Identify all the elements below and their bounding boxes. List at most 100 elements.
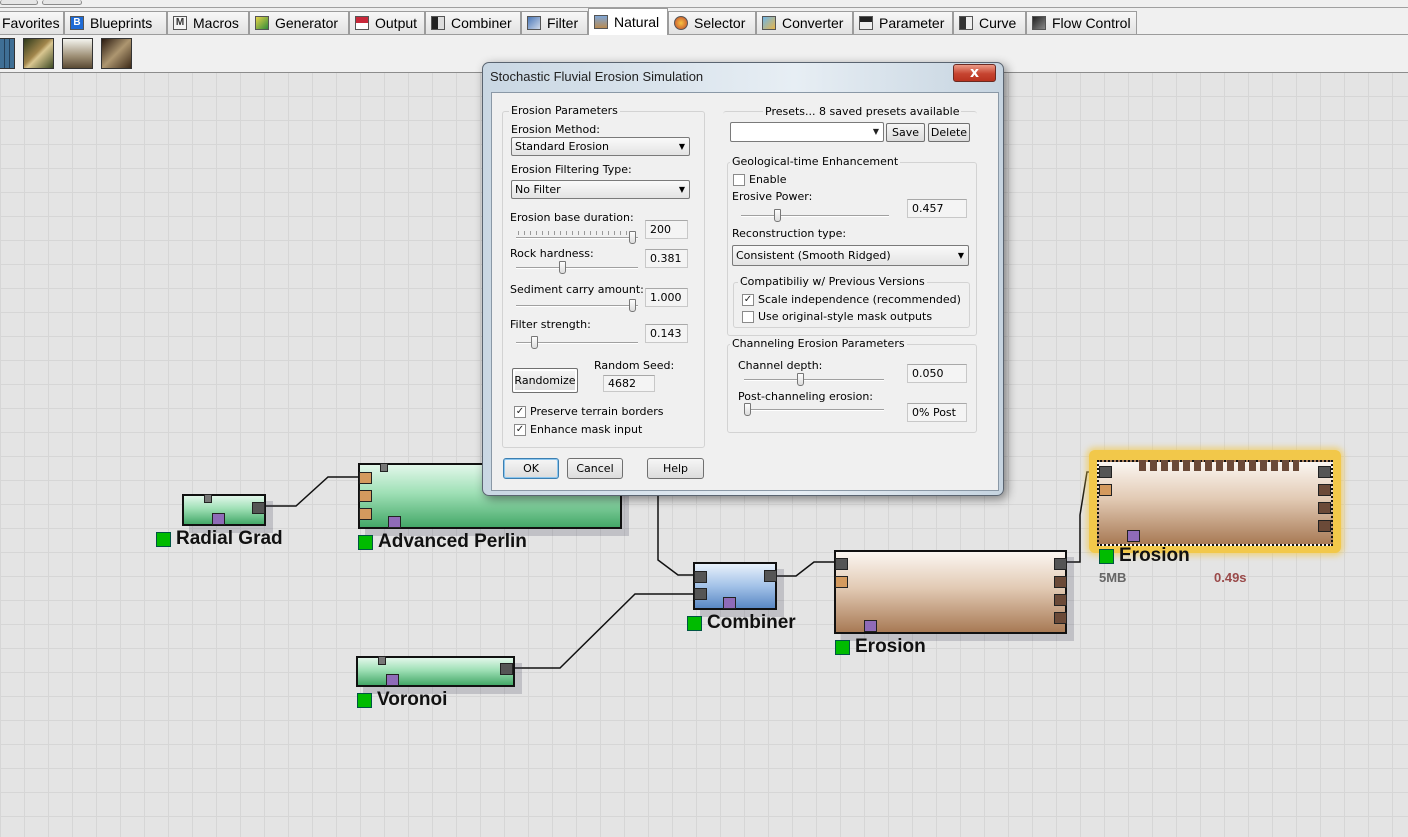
- chevron-down-icon: ▼: [872, 127, 879, 136]
- base-duration-value[interactable]: 200: [645, 220, 688, 239]
- channel-depth-value[interactable]: 0.050: [907, 364, 967, 383]
- filter-strength-value[interactable]: 0.143: [645, 324, 688, 343]
- erosive-power-slider-thumb[interactable]: [774, 209, 781, 222]
- input-port[interactable]: [694, 588, 707, 600]
- node-title: Erosion: [855, 636, 926, 657]
- mask-port[interactable]: [1127, 530, 1140, 542]
- output-port[interactable]: [252, 502, 265, 514]
- checkbox-box[interactable]: ✓: [514, 423, 526, 436]
- filter-strength-label: Filter strength:: [510, 318, 591, 331]
- node-title: Radial Grad: [176, 528, 283, 549]
- input-port[interactable]: [359, 508, 372, 520]
- ok-button[interactable]: OK: [503, 458, 559, 479]
- sediment-carry-slider-thumb[interactable]: [629, 299, 636, 312]
- radial-grad-node[interactable]: [182, 494, 266, 526]
- node-status-indicator: [358, 534, 373, 550]
- mask-port[interactable]: [386, 674, 399, 686]
- input-port[interactable]: [359, 490, 372, 502]
- voronoi-node-label: Voronoi: [357, 689, 447, 711]
- input-port[interactable]: [1099, 484, 1112, 496]
- group-title: Geological-time Enhancement: [730, 155, 901, 168]
- erosion-node-selected-label: Erosion: [1099, 545, 1190, 567]
- cancel-button[interactable]: Cancel: [567, 458, 623, 479]
- dialog-body: Erosion Parameters Erosion Method: Stand…: [491, 92, 999, 491]
- node-top-port[interactable]: [380, 463, 388, 472]
- reconstruction-type-label: Reconstruction type:: [732, 227, 847, 240]
- original-mask-checkbox[interactable]: Use original-style mask outputs: [742, 310, 932, 323]
- geo-enable-checkbox[interactable]: Enable: [733, 173, 786, 186]
- base-duration-slider-thumb[interactable]: [629, 231, 636, 244]
- mask-port[interactable]: [212, 513, 225, 525]
- combiner-node[interactable]: [693, 562, 777, 610]
- rock-hardness-value[interactable]: 0.381: [645, 249, 688, 268]
- post-channeling-slider-thumb[interactable]: [744, 403, 751, 416]
- output-port[interactable]: [1318, 520, 1331, 532]
- output-port[interactable]: [1054, 594, 1067, 606]
- rock-hardness-slider-thumb[interactable]: [559, 261, 566, 274]
- checkbox-box[interactable]: [742, 310, 754, 323]
- group-title: Channeling Erosion Parameters: [730, 337, 907, 350]
- randomize-button[interactable]: Randomize: [512, 368, 578, 393]
- checkbox-box[interactable]: ✓: [742, 293, 754, 306]
- input-port[interactable]: [359, 472, 372, 484]
- help-button[interactable]: Help: [647, 458, 704, 479]
- erosion-method-label: Erosion Method:: [511, 123, 600, 136]
- base-duration-slider-track[interactable]: [516, 237, 638, 239]
- node-top-port[interactable]: [378, 656, 386, 665]
- output-port[interactable]: [1054, 558, 1067, 570]
- chevron-down-icon: ▼: [957, 251, 964, 260]
- rock-hardness-slider-track[interactable]: [516, 267, 638, 269]
- node-title: Erosion: [1119, 545, 1190, 566]
- node-status-indicator: [156, 531, 171, 547]
- save-preset-button[interactable]: Save: [886, 123, 925, 142]
- output-port[interactable]: [1054, 612, 1067, 624]
- parameter-ports-strip[interactable]: [1139, 460, 1299, 471]
- post-channeling-slider-track[interactable]: [744, 409, 884, 411]
- channel-depth-slider-thumb[interactable]: [797, 373, 804, 386]
- mask-port[interactable]: [723, 597, 736, 609]
- filter-strength-slider-thumb[interactable]: [531, 336, 538, 349]
- scale-independence-checkbox[interactable]: ✓ Scale independence (recommended): [742, 293, 961, 306]
- erosive-power-slider-track[interactable]: [741, 215, 889, 217]
- close-button[interactable]: x: [953, 64, 996, 82]
- output-port[interactable]: [1318, 502, 1331, 514]
- output-port[interactable]: [500, 663, 513, 675]
- erosive-power-value[interactable]: 0.457: [907, 199, 967, 218]
- delete-preset-button[interactable]: Delete: [928, 123, 970, 142]
- group-title: Compatibiliy w/ Previous Versions: [738, 275, 927, 288]
- input-port[interactable]: [835, 558, 848, 570]
- post-channeling-value[interactable]: 0% Post: [907, 403, 967, 422]
- checkbox-box[interactable]: ✓: [514, 405, 526, 418]
- enhance-mask-checkbox[interactable]: ✓ Enhance mask input: [514, 423, 642, 436]
- voronoi-node[interactable]: [356, 656, 515, 687]
- reconstruction-type-select[interactable]: Consistent (Smooth Ridged) ▼: [732, 245, 969, 266]
- erosion-settings-dialog: Stochastic Fluvial Erosion Simulation x …: [482, 62, 1004, 496]
- presets-select[interactable]: ▼: [730, 122, 884, 142]
- erosion-method-select[interactable]: Standard Erosion ▼: [511, 137, 690, 156]
- input-port[interactable]: [1099, 466, 1112, 478]
- channel-depth-slider-track[interactable]: [744, 379, 884, 381]
- random-seed-value[interactable]: 4682: [603, 375, 655, 392]
- sediment-carry-value[interactable]: 1.000: [645, 288, 688, 307]
- node-status-indicator: [357, 692, 372, 708]
- select-value: Consistent (Smooth Ridged): [736, 249, 891, 262]
- mask-port[interactable]: [388, 516, 401, 528]
- output-port[interactable]: [1318, 466, 1331, 478]
- input-port[interactable]: [694, 571, 707, 583]
- sediment-carry-slider-track[interactable]: [516, 305, 638, 307]
- output-port[interactable]: [1054, 576, 1067, 588]
- output-port[interactable]: [1318, 484, 1331, 496]
- input-port[interactable]: [835, 576, 848, 588]
- chevron-down-icon: ▼: [678, 142, 685, 151]
- output-port[interactable]: [764, 570, 777, 582]
- erosion-node[interactable]: [834, 550, 1067, 634]
- preserve-borders-checkbox[interactable]: ✓ Preserve terrain borders: [514, 405, 664, 418]
- natural-icon: [594, 15, 608, 29]
- mask-port[interactable]: [864, 620, 877, 632]
- erosion-node-selected[interactable]: [1097, 460, 1333, 546]
- filtering-type-select[interactable]: No Filter ▼: [511, 180, 690, 199]
- checkbox-box[interactable]: [733, 173, 745, 186]
- group-title: Erosion Parameters: [509, 104, 620, 117]
- node-top-port[interactable]: [204, 494, 212, 503]
- tab-natural[interactable]: Natural: [588, 8, 668, 35]
